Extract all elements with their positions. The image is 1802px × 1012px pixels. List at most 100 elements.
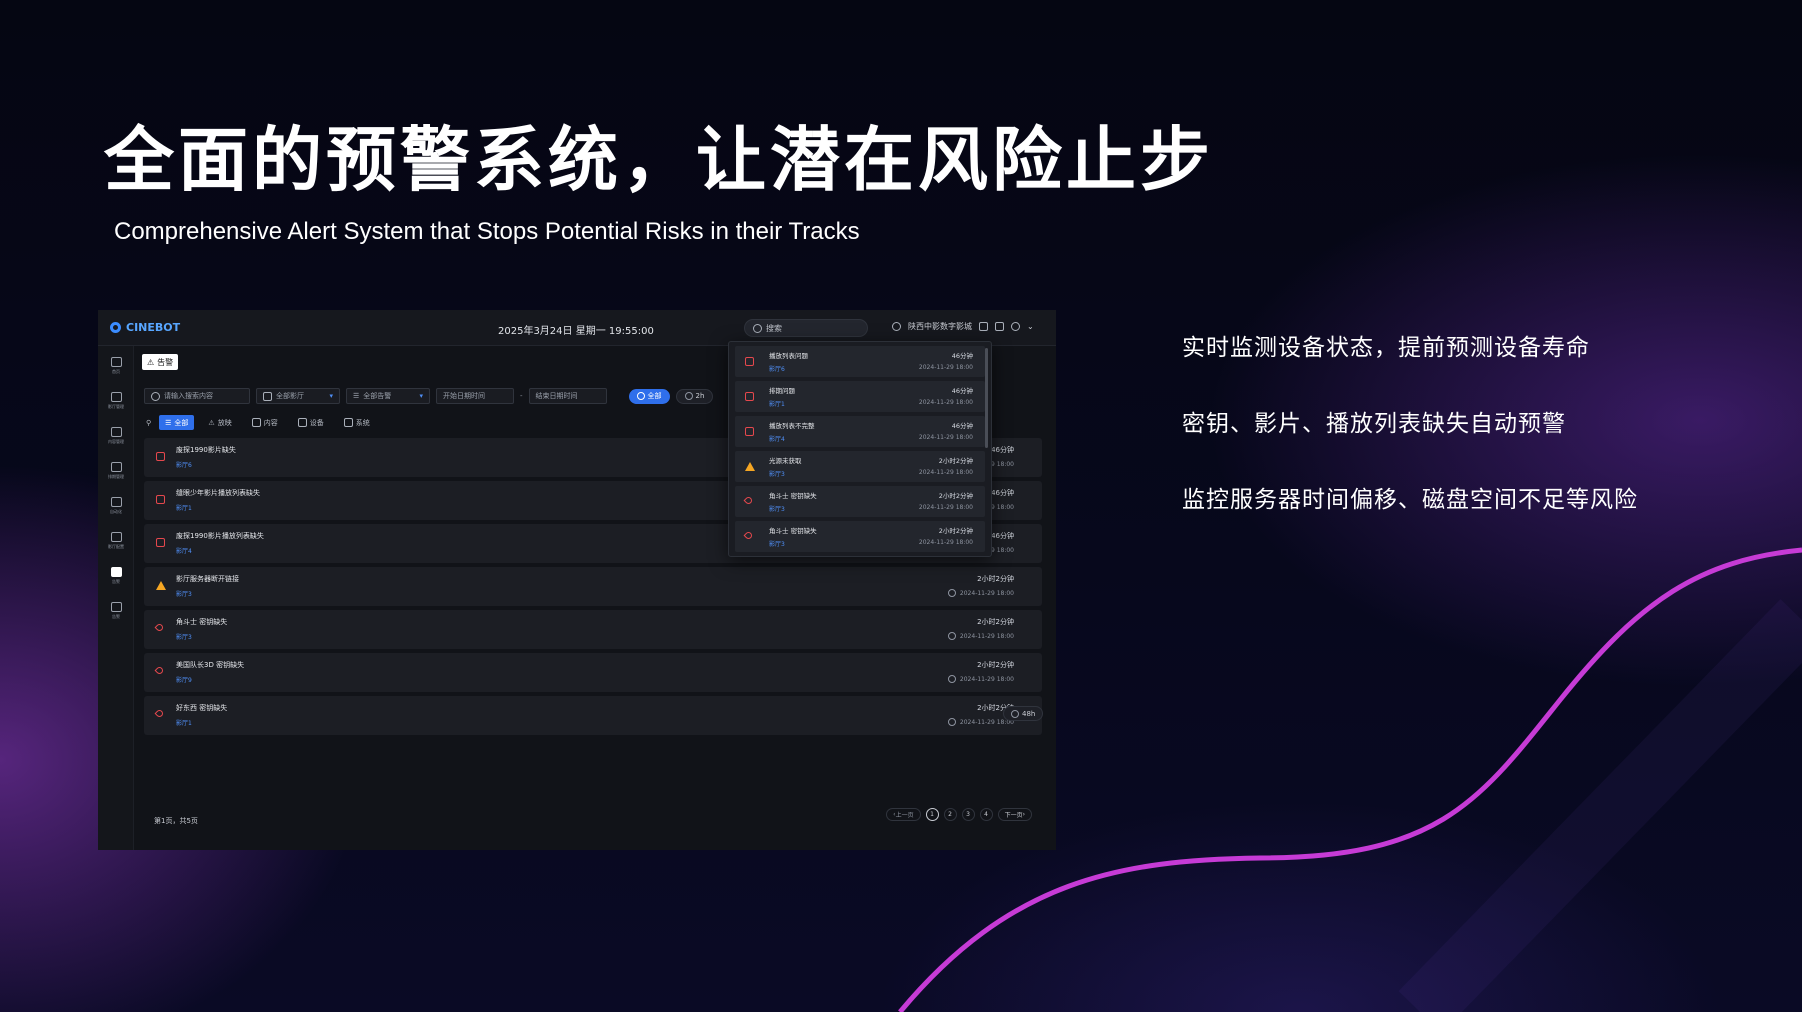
notification-time: 2024-11-29 18:00 bbox=[918, 364, 973, 371]
alert-hall: 影厅9 bbox=[176, 677, 192, 684]
datetime-display: 2025年3月24日 星期一 19:55:00 bbox=[498, 326, 654, 337]
key-icon bbox=[743, 530, 754, 541]
notification-item[interactable]: 播放列表问题 影厅6 46分钟 2024-11-29 18:00 bbox=[735, 346, 985, 377]
notification-hall: 影厅3 bbox=[769, 541, 785, 548]
sidebar-item-label: 影厅管理 bbox=[108, 404, 124, 409]
tab-device[interactable]: 设备 bbox=[292, 415, 330, 430]
user-avatar-icon[interactable] bbox=[1011, 322, 1020, 331]
alert-hall: 影厅3 bbox=[176, 591, 192, 598]
notification-item[interactable]: 角斗士 密钥缺失 影厅3 2小时2分钟 2024-11-29 18:00 bbox=[735, 521, 985, 552]
alert-row[interactable]: 角斗士 密钥缺失 影厅3 2小时2分钟 2024-11-29 18:00 bbox=[144, 610, 1042, 649]
notification-ago: 2小时2分钟 bbox=[938, 527, 973, 535]
notification-time: 2024-11-29 18:00 bbox=[918, 469, 973, 476]
calendar-icon bbox=[156, 495, 165, 504]
alert-page-tag: ⚠ 告警 bbox=[142, 354, 179, 370]
sidebar-item-label: 排期管理 bbox=[108, 474, 124, 479]
sidebar-item-automation[interactable]: 自动化 bbox=[102, 494, 130, 524]
time-48h-label: 48h bbox=[1022, 709, 1036, 718]
alert-ago: 2小时2分钟 bbox=[977, 575, 1014, 583]
search-icon bbox=[151, 391, 160, 401]
notification-icon[interactable] bbox=[979, 322, 988, 331]
app-logo[interactable]: CINEBOT bbox=[110, 321, 180, 334]
alert-category-tabs: ⚲ ☰ 全部 ⚠ 放映 内容 设备 系统 bbox=[146, 415, 376, 430]
alert-select-value: 全部告警 bbox=[363, 392, 392, 400]
chevron-down-icon[interactable]: ⌄ bbox=[1027, 322, 1034, 331]
warning-icon: ⚠ bbox=[208, 418, 215, 427]
tab-content[interactable]: 内容 bbox=[246, 415, 284, 430]
time-filter-48h[interactable]: 48h bbox=[1003, 706, 1044, 721]
alert-time-wrap: 2024-11-29 18:00 bbox=[947, 589, 1014, 597]
notification-item[interactable]: 播放列表不完整 影厅4 46分钟 2024-11-29 18:00 bbox=[735, 416, 985, 447]
notification-item[interactable]: 角斗士 密钥缺失 影厅3 2小时2分钟 2024-11-29 18:00 bbox=[735, 486, 985, 517]
alert-type-select[interactable]: ☰ 全部告警 ▾ bbox=[346, 388, 430, 404]
next-page-button[interactable]: 下一页 › bbox=[997, 808, 1032, 821]
start-date-input[interactable]: 开始日期时间 bbox=[436, 388, 514, 404]
alert-hall: 影厅1 bbox=[176, 720, 192, 727]
global-search-input[interactable]: 搜索 bbox=[744, 319, 868, 337]
page-button[interactable]: 3 bbox=[961, 808, 975, 821]
filter-icon[interactable]: ⚲ bbox=[146, 419, 151, 427]
key-icon bbox=[743, 495, 754, 506]
start-date-placeholder: 开始日期时间 bbox=[443, 392, 485, 400]
time-all-label: 全部 bbox=[647, 392, 662, 400]
notification-time: 2024-11-29 18:00 bbox=[918, 434, 973, 441]
notification-hall: 影厅3 bbox=[769, 471, 785, 478]
logo-icon bbox=[110, 322, 121, 333]
sidebar-item-home[interactable]: 首页 bbox=[102, 354, 130, 384]
sidebar-item-alert[interactable]: 告警 bbox=[102, 564, 130, 594]
clock-icon bbox=[636, 392, 645, 400]
notification-time: 2024-11-29 18:00 bbox=[918, 504, 973, 511]
warning-icon bbox=[110, 602, 122, 612]
notification-hall: 影厅3 bbox=[769, 506, 785, 513]
cinema-name[interactable]: 陕西中影数字影城 bbox=[908, 321, 972, 332]
page-button[interactable]: 2 bbox=[943, 808, 957, 821]
search-placeholder: 搜索 bbox=[766, 323, 782, 333]
alert-time-wrap: 2024-11-29 18:00 bbox=[947, 718, 1014, 726]
fullscreen-icon[interactable] bbox=[995, 322, 1004, 331]
notification-dropdown: 播放列表问题 影厅6 46分钟 2024-11-29 18:00 排期问题 影厅1 46分… bbox=[728, 341, 992, 557]
sidebar-item-content[interactable]: 内容管理 bbox=[102, 424, 130, 454]
tab-label: 放映 bbox=[217, 418, 232, 427]
alert-icon bbox=[110, 567, 122, 577]
notification-item[interactable]: 光源未获取 影厅3 2小时2分钟 2024-11-29 18:00 bbox=[735, 451, 985, 482]
end-date-input[interactable]: 结束日期时间 bbox=[528, 388, 607, 404]
notification-title: 播放列表问题 bbox=[769, 352, 808, 360]
alert-row[interactable]: 美国队长3D 密钥缺失 影厅9 2小时2分钟 2024-11-29 18:00 bbox=[144, 653, 1042, 692]
pagination-info: 第1页，共5页 bbox=[154, 817, 198, 825]
pagination: ‹ 上一页 1 2 3 4 下一页 › bbox=[886, 808, 1032, 821]
alert-ago: 46分钟 bbox=[991, 446, 1014, 454]
feature-bullet: 监控服务器时间偏移、磁盘空间不足等风险 bbox=[1182, 487, 1638, 513]
clock-icon bbox=[1011, 709, 1019, 718]
sidebar-item-hall[interactable]: 影厅管理 bbox=[102, 389, 130, 419]
time-2h-label: 2h bbox=[695, 392, 705, 400]
filter-bar: 请输入搜索内容 全部影厅 ▾ ☰ 全部告警 ▾ 开始日期时间 - 结束日期时间 全部 … bbox=[144, 388, 714, 404]
prev-page-button[interactable]: ‹ 上一页 bbox=[886, 808, 921, 821]
warning-icon bbox=[156, 581, 166, 590]
alert-time-wrap: 2024-11-29 18:00 bbox=[947, 675, 1014, 683]
tab-all[interactable]: ☰ 全部 bbox=[159, 415, 195, 430]
tab-system[interactable]: 系统 bbox=[338, 415, 376, 430]
clock-icon bbox=[684, 392, 693, 400]
alert-row[interactable]: 好东西 密钥缺失 影厅1 2小时2分钟 2024-11-29 18:00 bbox=[144, 696, 1042, 735]
dropdown-scrollbar[interactable] bbox=[985, 348, 988, 448]
page-button[interactable]: 4 bbox=[979, 808, 993, 821]
notification-title: 排期问题 bbox=[769, 387, 795, 395]
notification-ago: 2小时2分钟 bbox=[938, 492, 973, 500]
sidebar-item-config[interactable]: 影厅配置 bbox=[102, 529, 130, 559]
time-filter-2h[interactable]: 2h bbox=[675, 388, 714, 404]
tab-screening[interactable]: ⚠ 放映 bbox=[202, 415, 237, 430]
clock-icon bbox=[947, 675, 956, 683]
alert-search-input[interactable]: 请输入搜索内容 bbox=[144, 388, 250, 404]
page-button[interactable]: 1 bbox=[925, 808, 939, 821]
notification-item[interactable]: 排期问题 影厅1 46分钟 2024-11-29 18:00 bbox=[735, 381, 985, 412]
hall-select[interactable]: 全部影厅 ▾ bbox=[256, 388, 340, 404]
time-filter-all[interactable]: 全部 bbox=[628, 388, 670, 404]
alert-row[interactable]: 影厅服务器断开链接 影厅3 2小时2分钟 2024-11-29 18:00 bbox=[144, 567, 1042, 606]
notification-ago: 46分钟 bbox=[951, 422, 973, 430]
sidebar-item-warning[interactable]: 告警 bbox=[102, 599, 130, 629]
prev-label: 上一页 bbox=[895, 812, 914, 819]
content-icon bbox=[110, 427, 122, 437]
calendar-icon bbox=[745, 392, 754, 401]
top-tools: 陕西中影数字影城 ⌄ bbox=[892, 321, 1034, 332]
sidebar-item-schedule[interactable]: 排期管理 bbox=[102, 459, 130, 489]
